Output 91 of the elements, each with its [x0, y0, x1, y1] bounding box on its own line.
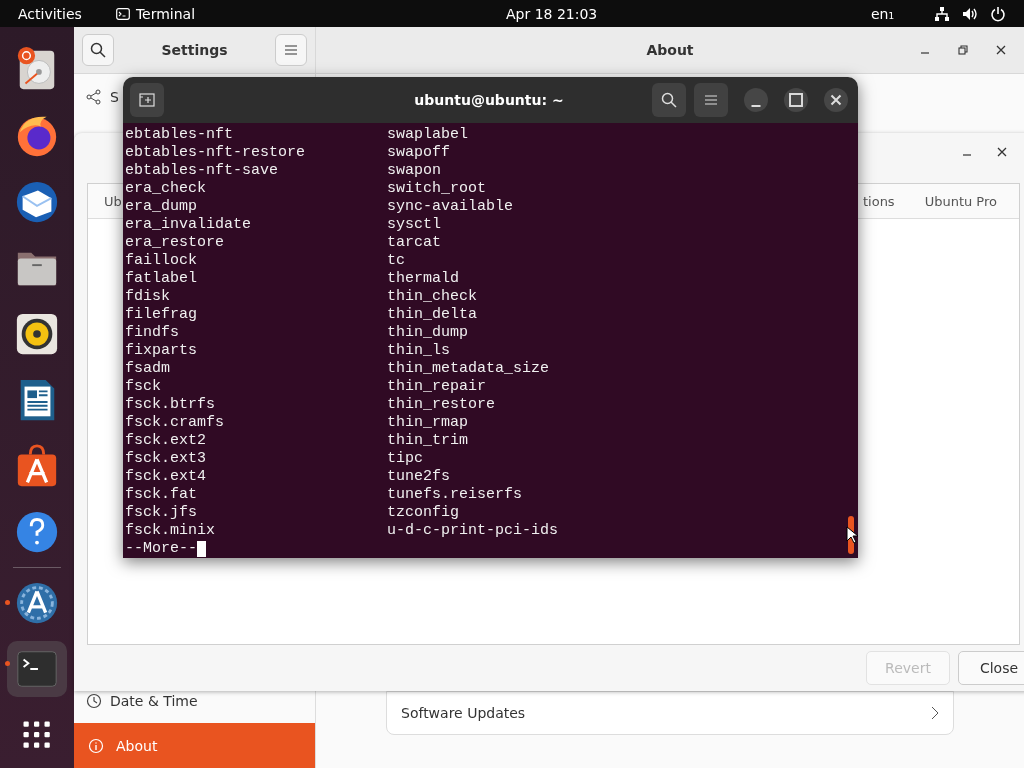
terminal-text: era_invalidate [125, 216, 253, 234]
sidebar-item[interactable]: About [74, 723, 315, 768]
activities-button[interactable]: Activities [18, 5, 82, 22]
pager-prompt: --More-- [125, 540, 197, 558]
help-icon[interactable] [14, 509, 60, 555]
terminal-text: findfs [125, 324, 180, 342]
share-icon [86, 88, 102, 105]
minimize-button[interactable] [744, 88, 768, 112]
terminal-text: fsck.btrfs [125, 396, 216, 414]
sidebar-item[interactable]: S [74, 74, 121, 119]
terminal-text: fatlabel [125, 270, 198, 288]
close-icon[interactable] [997, 147, 1007, 157]
restore-icon[interactable] [958, 45, 968, 55]
terminal-text: fdisk [125, 288, 171, 306]
terminal-text: tzconfig [387, 504, 460, 522]
terminal-text: fsck.cramfs [125, 414, 226, 432]
keyboard-layout[interactable]: en₁ [870, 5, 894, 22]
page-title: About [646, 42, 694, 58]
menu-icon [285, 45, 297, 55]
tab[interactable]: tions [862, 193, 895, 209]
clock-icon [86, 692, 102, 709]
terminal-text: u-d-c-print-pci-ids [387, 522, 559, 540]
close-icon[interactable] [996, 45, 1006, 55]
speaker-icon[interactable] [14, 311, 60, 357]
terminal-text: switch_root [387, 180, 488, 198]
terminal-text: thermald [387, 270, 460, 288]
clock[interactable]: Apr 18 21:03 [506, 5, 598, 22]
terminal-text: ebtables-nft-save [125, 162, 280, 180]
search-icon [90, 42, 106, 58]
terminal-text: tc [387, 252, 406, 270]
terminal-text: tune2fs [387, 468, 451, 486]
terminal-text: sync-available [387, 198, 515, 216]
terminal-text: fsck.minix [125, 522, 216, 540]
chevron-icon [931, 706, 939, 720]
terminal-text: filefrag [125, 306, 198, 324]
terminal-text: thin_rmap [387, 414, 469, 432]
gear-letter-icon[interactable] [14, 580, 60, 626]
envelope-globe-icon[interactable] [14, 179, 60, 225]
menu-button[interactable] [275, 34, 307, 66]
terminal-text: faillock [125, 252, 198, 270]
terminal-text: tarcat [387, 234, 442, 252]
maximize-button[interactable] [784, 88, 808, 112]
terminal-text: thin_metadata_size [387, 360, 551, 378]
info-icon [88, 737, 104, 754]
terminal-text: ebtables-nft [125, 126, 235, 144]
terminal-text: fsck [125, 378, 162, 396]
terminal-text: ebtables-nft-restore [125, 144, 307, 162]
terminal-text: tipc [387, 450, 424, 468]
terminal-text: fsck.jfs [125, 504, 198, 522]
text-cursor [197, 541, 206, 557]
window-title: ubuntu@ubuntu: ~ [414, 92, 564, 108]
search-button[interactable] [652, 83, 686, 117]
new-tab-button[interactable] [130, 83, 164, 117]
terminal-text: fixparts [125, 342, 198, 360]
terminal-icon [115, 7, 130, 20]
window-title: Settings [161, 42, 228, 58]
terminal-text: thin_dump [387, 324, 469, 342]
tab[interactable]: Ub [104, 193, 122, 209]
search-icon [661, 92, 677, 108]
close-button[interactable]: Close [958, 651, 1024, 685]
tab[interactable]: Ubuntu Pro [924, 193, 997, 209]
terminal-text: swapon [387, 162, 442, 180]
terminal-text: thin_ls [387, 342, 451, 360]
terminal-text: fsck.ext3 [125, 450, 207, 468]
terminal-text: thin_check [387, 288, 478, 306]
close-button[interactable] [824, 88, 848, 112]
terminal-text: thin_trim [387, 432, 469, 450]
menu-icon [705, 95, 717, 105]
terminal-text: sysctl [387, 216, 442, 234]
search-button[interactable] [82, 34, 114, 66]
terminal-text: thin_restore [387, 396, 497, 414]
menu-button[interactable] [694, 83, 728, 117]
terminal-text: era_dump [125, 198, 198, 216]
terminal-text: swaplabel [387, 126, 469, 144]
terminal-text: thin_delta [387, 306, 478, 324]
list-row[interactable]: Software Updates [386, 691, 954, 735]
new-tab-icon [139, 93, 155, 107]
terminal-text: fsadm [125, 360, 171, 378]
network-icon[interactable] [934, 5, 950, 22]
terminal-text: swapoff [387, 144, 451, 162]
app-menu-label[interactable]: Terminal [135, 5, 196, 22]
terminal-text: fsck.ext4 [125, 468, 207, 486]
pointer-cursor-icon [846, 526, 858, 544]
terminal-text: fsck.fat [125, 486, 198, 504]
terminal-text: era_restore [125, 234, 226, 252]
power-icon[interactable] [990, 5, 1006, 22]
terminal-text: tunefs.reiserfs [387, 486, 524, 504]
terminal-text: fsck.ext2 [125, 432, 207, 450]
sidebar-item[interactable]: Date & Time [74, 678, 200, 723]
terminal-text: thin_repair [387, 378, 488, 396]
terminal-text: era_check [125, 180, 207, 198]
